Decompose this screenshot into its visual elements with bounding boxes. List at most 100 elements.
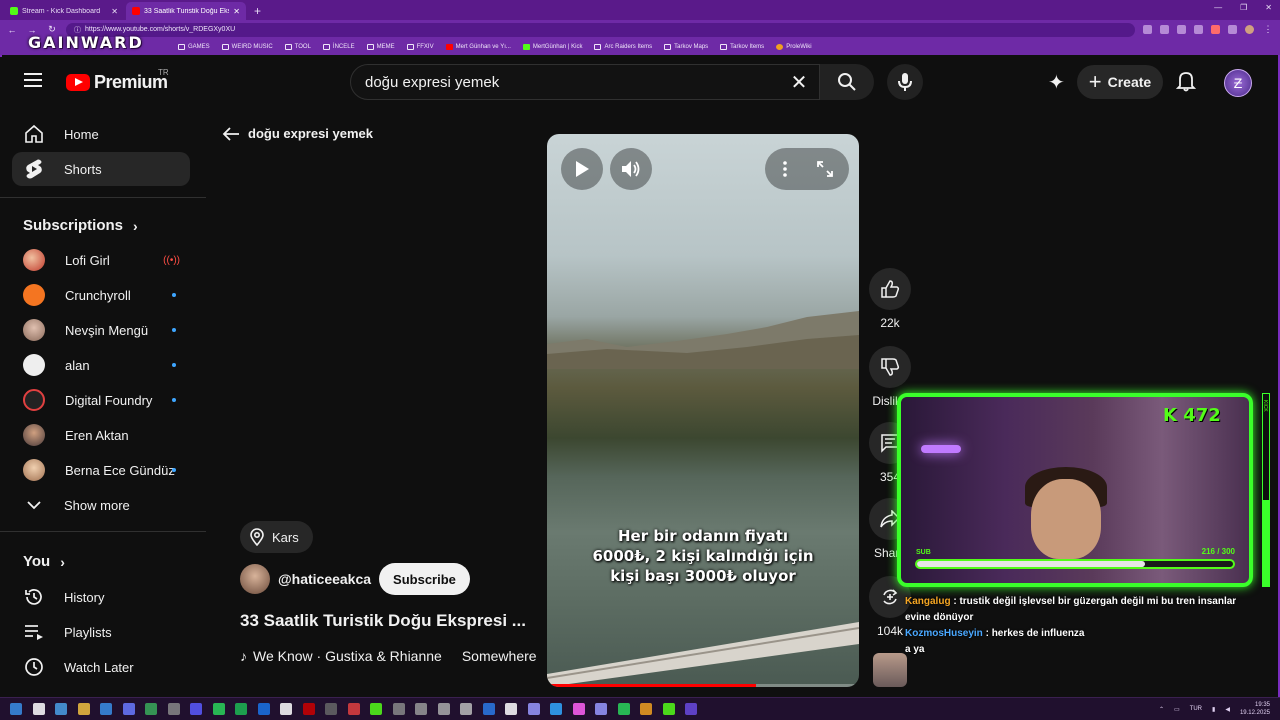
bookmark-item[interactable]: MEME [366, 44, 395, 50]
bookmark-item[interactable]: GAMES [178, 44, 210, 50]
taskbar-app-icon[interactable] [460, 703, 472, 715]
taskbar-app-icon[interactable] [77, 703, 90, 715]
video-progress-bar[interactable] [547, 684, 859, 687]
clock[interactable]: 19:35 19.12.2025 [1240, 701, 1270, 717]
sidebar-sub-alan[interactable]: alan [12, 348, 190, 382]
volume-button[interactable] [610, 148, 652, 190]
extension-icon[interactable] [1177, 25, 1186, 34]
search-button[interactable] [820, 64, 874, 100]
bookmark-item[interactable]: Arc Raiders Items [594, 44, 652, 50]
new-tab-button[interactable]: + [248, 2, 267, 20]
channel-avatar[interactable] [240, 564, 270, 594]
taskbar-app-icon[interactable] [392, 703, 405, 715]
language-indicator[interactable]: TUR [1190, 706, 1202, 712]
taskbar-app-icon[interactable] [280, 703, 292, 715]
show-more-button[interactable]: Show more [12, 488, 190, 522]
taskbar-app-icon[interactable] [190, 703, 202, 715]
search-input[interactable]: doğu expresi yemek ✕ [350, 64, 820, 100]
taskbar-app-icon[interactable] [122, 703, 135, 715]
voice-search-button[interactable] [887, 64, 923, 100]
taskbar-app-icon[interactable] [347, 703, 360, 715]
taskbar-app-icon[interactable] [10, 703, 22, 715]
sidebar-sub-lofi-girl[interactable]: Lofi Girl ((•)) [12, 243, 190, 277]
ai-sparkle-icon[interactable]: ✦ [1048, 70, 1065, 95]
taskbar-app-icon[interactable] [527, 703, 540, 715]
network-icon[interactable]: ▮ [1212, 706, 1215, 713]
subscribe-button[interactable]: Subscribe [379, 563, 470, 595]
close-tab-icon[interactable]: ✕ [111, 7, 118, 16]
taskbar-app-icon[interactable] [32, 703, 45, 715]
like-button[interactable]: 22k [869, 268, 911, 330]
notifications-bell-icon[interactable] [1175, 70, 1197, 97]
create-button[interactable]: + Create [1077, 65, 1163, 99]
extension-icon[interactable] [1143, 25, 1152, 34]
taskbar-app-icon[interactable] [595, 703, 607, 715]
bookmark-item[interactable]: ProleWiki [776, 44, 812, 50]
sidebar-item-home[interactable]: Home [12, 117, 190, 151]
close-tab-icon[interactable]: ✕ [233, 7, 240, 16]
taskbar-app-icon[interactable] [167, 703, 180, 715]
bookmark-item[interactable]: İNCELE [322, 44, 355, 50]
taskbar-app-icon[interactable] [212, 703, 225, 715]
browser-tab-kick[interactable]: Stream - Kick Dashboard ✕ [4, 2, 124, 20]
hamburger-menu-icon[interactable] [24, 73, 42, 87]
sidebar-item-watch-later[interactable]: Watch Later [12, 650, 190, 684]
browser-tab-youtube[interactable]: 33 Saatlik Turistik Doğu Ekspres ✕ [126, 2, 246, 20]
sidebar-sub-crunchyroll[interactable]: Crunchyroll [12, 278, 190, 312]
extension-icon[interactable] [1194, 25, 1203, 34]
extension-icon[interactable] [1228, 25, 1237, 34]
bookmark-item[interactable]: Tarkov Items [720, 44, 764, 50]
audio-source-thumbnail[interactable] [873, 653, 907, 687]
sidebar-item-history[interactable]: History [12, 580, 190, 614]
back-nav-icon[interactable]: ← [6, 25, 18, 35]
taskbar-app-icon[interactable] [437, 703, 450, 715]
music-attribution[interactable]: ♪ We Know · Gustixa & Rhianne Somewhere [240, 648, 537, 664]
clear-search-icon[interactable]: ✕ [779, 70, 819, 95]
bookmark-item[interactable]: FFXIV [406, 44, 434, 50]
sidebar-sub-berna-ece-gunduz[interactable]: Berna Ece Gündüz [12, 453, 190, 487]
bookmark-item[interactable]: MertGünhan | Kick [522, 44, 582, 50]
close-window-icon[interactable]: ✕ [1265, 3, 1272, 12]
speaker-icon[interactable]: ◀ [1225, 706, 1230, 713]
taskbar-app-icon[interactable] [302, 703, 315, 715]
taskbar-app-icon[interactable] [482, 703, 495, 715]
url-input[interactable]: ⓘ https://www.youtube.com/shorts/v_RDEGX… [66, 22, 1135, 37]
browser-menu-icon[interactable]: ⋮ [1262, 24, 1274, 35]
taskbar-app-icon[interactable] [257, 703, 270, 715]
taskbar-app-icon[interactable] [415, 703, 427, 715]
sidebar-item-shorts[interactable]: Shorts [12, 152, 190, 186]
account-avatar[interactable]: Ƶ [1224, 69, 1252, 97]
taskbar-app-icon[interactable] [235, 703, 247, 715]
sidebar-sub-eren-aktan[interactable]: Eren Aktan [12, 418, 190, 452]
taskbar-app-icon[interactable] [370, 703, 382, 715]
taskbar-app-icon[interactable] [640, 703, 652, 715]
channel-handle[interactable]: @haticeeakca [278, 571, 371, 587]
play-button[interactable] [561, 148, 603, 190]
taskbar-app-icon[interactable] [55, 703, 67, 715]
youtube-premium-logo[interactable]: Premium TR [66, 68, 169, 93]
sidebar-item-playlists[interactable]: Playlists [12, 615, 190, 649]
bookmark-item[interactable]: TOOL [284, 44, 311, 50]
taskbar-app-icon[interactable] [685, 703, 697, 715]
more-options-icon[interactable] [783, 161, 787, 182]
bookmark-item[interactable]: Tarkov Maps [664, 44, 708, 50]
bookmark-item[interactable]: Mert Günhan ve Yı... [445, 44, 511, 50]
video-title[interactable]: 33 Saatlik Turistik Doğu Ekspresi ... [240, 611, 526, 631]
taskbar-app-icon[interactable] [505, 703, 517, 715]
extension-icon[interactable] [1211, 25, 1220, 34]
minimize-icon[interactable]: — [1214, 3, 1222, 12]
back-to-search-link[interactable]: doğu expresi yemek [222, 126, 373, 141]
location-chip[interactable]: Kars [240, 521, 313, 553]
shorts-video-player[interactable]: Her bir odanın fiyatı 6000₺, 2 kişi kalı… [547, 134, 859, 687]
taskbar-app-icon[interactable] [145, 703, 157, 715]
keyboard-icon[interactable]: ▭ [1174, 706, 1180, 713]
taskbar-app-icon[interactable] [325, 703, 337, 715]
taskbar-app-icon[interactable] [550, 703, 562, 715]
profile-icon[interactable] [1245, 25, 1254, 34]
fullscreen-icon[interactable] [817, 161, 833, 182]
bookmark-item[interactable]: WEIRD MUSIC [221, 44, 273, 50]
extension-icon[interactable] [1160, 25, 1169, 34]
subscriptions-heading[interactable]: Subscriptions › [23, 217, 138, 234]
sidebar-sub-nevsin-mengu[interactable]: Nevşin Mengü [12, 313, 190, 347]
taskbar-app-icon[interactable] [617, 703, 630, 715]
